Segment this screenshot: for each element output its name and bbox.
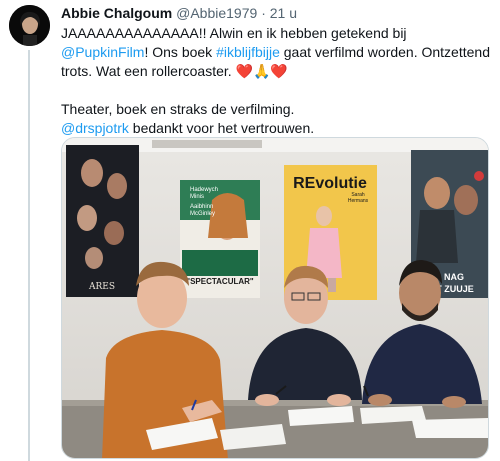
poster-ares: ARES: [66, 145, 139, 297]
poster-title: REvolutie: [293, 175, 367, 192]
emoji-heart-pray: ❤️🙏❤️: [235, 63, 288, 79]
mention-pupkinfilm[interactable]: @PupkinFilm: [61, 44, 144, 60]
tweet-line: Theater, boek en straks de verfilming. @…: [61, 100, 493, 138]
tweet-header: Abbie Chalgoum @Abbie1979 · 21 u: [61, 4, 297, 22]
user-handle[interactable]: @Abbie1979: [176, 5, 257, 21]
poster-title: ARES: [88, 282, 115, 292]
thread-line: [28, 50, 30, 461]
poster-name: Aaibhinn: [190, 204, 213, 210]
tweet-text-segment: rollercoaster.: [151, 63, 236, 79]
tweet-text-segment: JAAAAAAAAAAAAAA!! Alwin en ik hebben get…: [61, 25, 407, 41]
tweet-text: JAAAAAAAAAAAAAA!! Alwin en ik hebben get…: [61, 24, 493, 138]
tweet-text-segment: ! Ons: [144, 44, 178, 60]
tweet-photo[interactable]: ARES Hadewych Minis Aaibhinn McGinley "S…: [61, 137, 489, 459]
poster-name: McGinley: [190, 211, 215, 217]
separator-dot: ·: [261, 5, 266, 21]
poster-subtitle: Hermans: [348, 198, 369, 204]
poster-spectacular: Hadewych Minis Aaibhinn McGinley "SPECTA…: [180, 180, 260, 298]
tweet-timestamp[interactable]: 21 u: [270, 5, 297, 21]
poster-name: Hadewych: [190, 187, 218, 193]
poster-title: NAG: [444, 272, 464, 282]
poster-title: "SPECTACULAR": [186, 277, 254, 286]
tweet-text-segment: boek: [181, 44, 217, 60]
tweet-line: JAAAAAAAAAAAAAA!! Alwin en ik hebben get…: [61, 24, 493, 81]
poster-name: Minis: [190, 194, 204, 200]
avatar[interactable]: [9, 5, 50, 46]
hashtag-link[interactable]: #ikblijfbijje: [216, 44, 280, 60]
tweet-text-segment: bedankt voor het vertrouwen.: [128, 120, 315, 136]
mention-drspjotrk[interactable]: @drspjotrk: [61, 120, 129, 136]
tweet-text-segment: Theater, boek en straks de verfilming.: [61, 101, 295, 117]
display-name[interactable]: Abbie Chalgoum: [61, 5, 172, 21]
